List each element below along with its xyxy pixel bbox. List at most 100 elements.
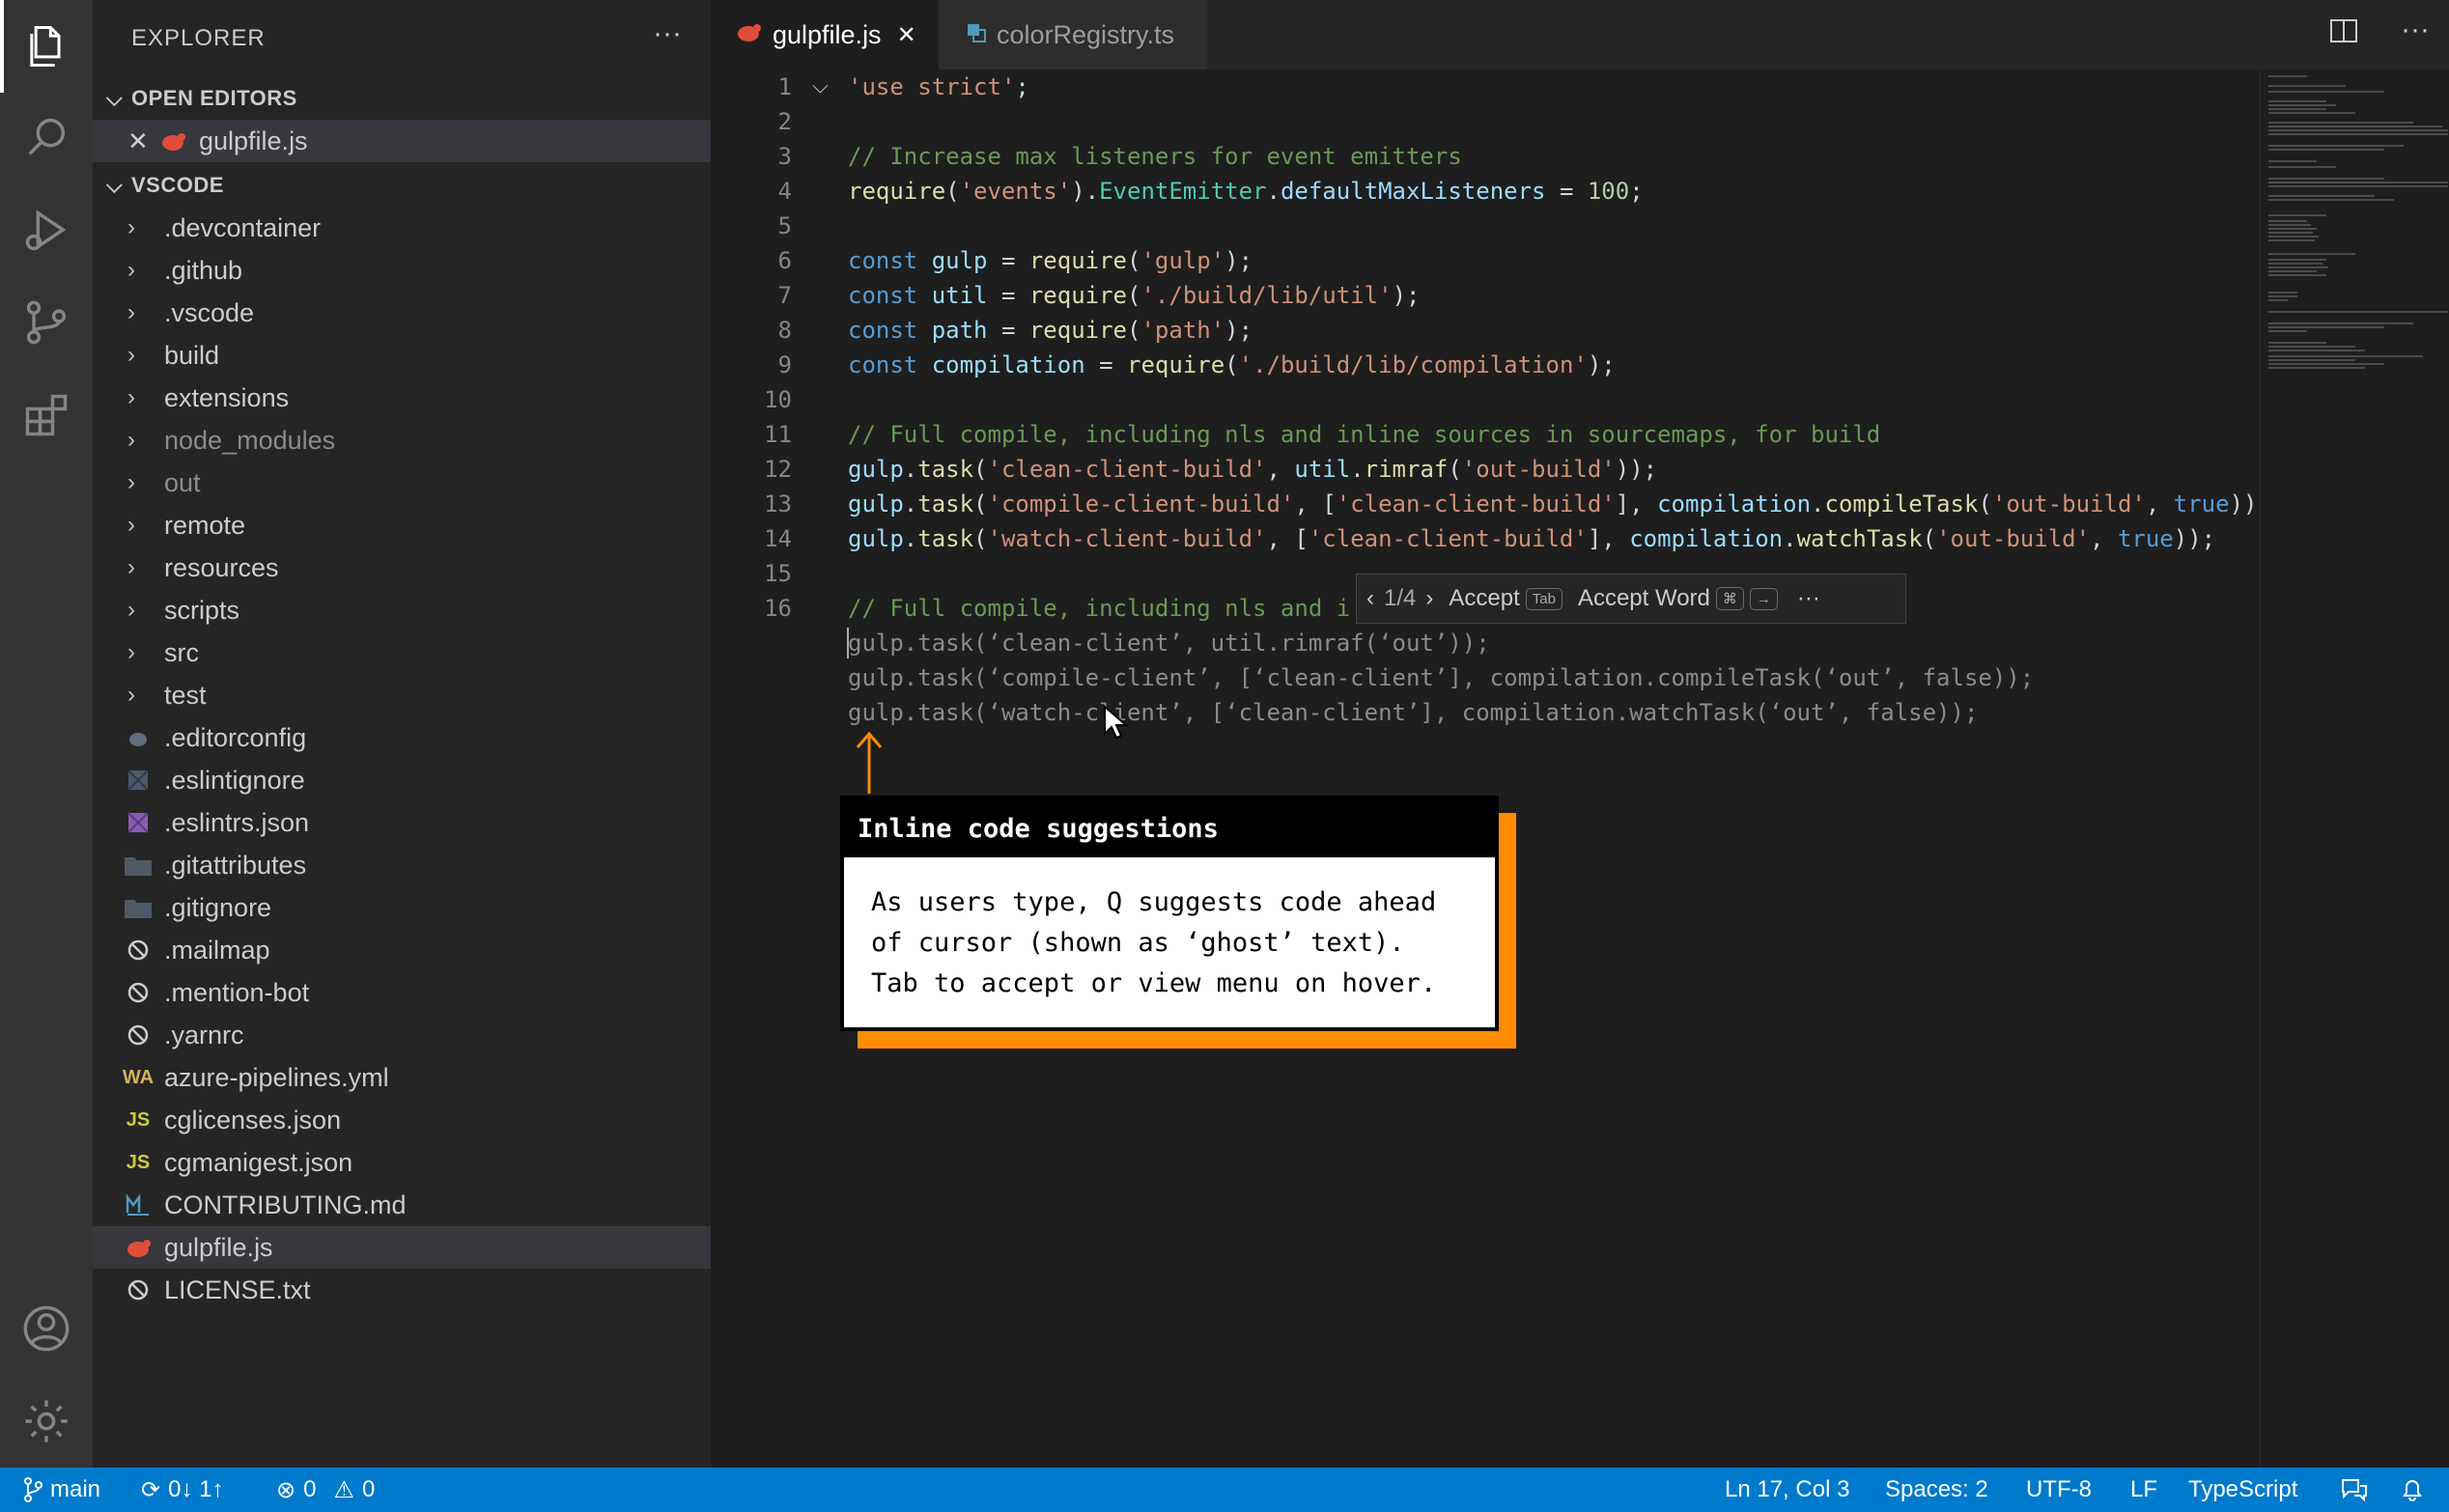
encoding-status[interactable]: UTF-8 (2026, 1468, 2092, 1512)
file-item[interactable]: CONTRIBUTING.md (93, 1184, 711, 1226)
folder-label: scripts (164, 595, 240, 625)
ghost-suggestion-line[interactable]: gulp.task(‘clean-client’, util.rimraf(‘o… (848, 630, 1490, 657)
folder-label: .devcontainer (164, 212, 322, 242)
folder-item[interactable]: › .vscode (93, 292, 711, 334)
folder-item[interactable]: › resources (93, 546, 711, 589)
feedback-icon[interactable] (2341, 1468, 2368, 1512)
next-suggestion-icon[interactable]: › (1425, 585, 1433, 612)
file-item[interactable]: WA azure-pipelines.yml (93, 1056, 711, 1099)
sync-status[interactable]: ⟳ 0↓ 1↑ (141, 1468, 223, 1512)
problems-status[interactable]: ⊗ 0 ⚠ 0 (276, 1468, 375, 1512)
folder-label: remote (164, 510, 246, 540)
typescript-icon (966, 20, 987, 50)
sync-icon: ⟳ (141, 1476, 161, 1503)
previous-suggestion-icon[interactable]: ‹ (1366, 585, 1374, 612)
mouse-pointer-icon (1103, 704, 1130, 744)
chevron-right-icon: › (127, 469, 135, 495)
chevron-right-icon: › (127, 512, 135, 538)
folder-item[interactable]: › extensions (93, 377, 711, 419)
code-line: // Full compile, including nls and inlin… (848, 421, 1881, 448)
file-item[interactable]: .eslintignore (93, 759, 711, 801)
more-actions-icon[interactable]: ··· (2401, 15, 2430, 52)
split-editor-icon[interactable] (2329, 17, 2358, 52)
folder-item[interactable]: › build (93, 334, 711, 377)
code-editor[interactable]: 1 2 3 4 5 6 7 8 9 10 11 12 13 14 15 16 ⌵… (711, 70, 2449, 1468)
file-item[interactable]: .gitignore (93, 886, 711, 929)
folder-item[interactable]: › out (93, 462, 711, 504)
ghost-suggestion-line[interactable]: gulp.task(‘watch-client’, [‘clean-client… (848, 699, 1978, 726)
accept-word-keybinding: → (1749, 587, 1778, 610)
blocked-file-icon (124, 936, 153, 965)
folder-item[interactable]: › src (93, 631, 711, 674)
tab-color-registry[interactable]: colorRegistry.ts (939, 0, 1207, 70)
tab-label: gulpfile.js (773, 19, 882, 49)
file-item[interactable]: .editorconfig (93, 716, 711, 759)
folder-item[interactable]: › .github (93, 249, 711, 292)
tab-gulpfile[interactable]: gulpfile.js ✕ (711, 0, 939, 70)
file-label: CONTRIBUTING.md (164, 1190, 407, 1219)
file-item[interactable]: LICENSE.txt (93, 1269, 711, 1311)
run-debug-icon[interactable] (17, 201, 75, 259)
explorer-icon[interactable] (17, 17, 75, 75)
code-line: require('events').EventEmitter.defaultMa… (848, 178, 1644, 205)
line-number: 5 (777, 212, 792, 239)
folder-item[interactable]: › test (93, 674, 711, 716)
file-item[interactable]: JS cglicenses.json (93, 1099, 711, 1141)
close-icon[interactable]: ✕ (127, 126, 149, 156)
line-number: 11 (764, 421, 792, 448)
folder-item[interactable]: › remote (93, 504, 711, 546)
open-editor-label: gulpfile.js (199, 126, 308, 155)
explorer-more-button[interactable]: ··· (653, 17, 682, 50)
file-item[interactable]: .eslintrs.json (93, 801, 711, 844)
search-icon[interactable] (17, 108, 75, 166)
file-label: .mention-bot (164, 977, 310, 1007)
indentation-status[interactable]: Spaces: 2 (1885, 1468, 1988, 1512)
open-editor-item[interactable]: ✕ gulpfile.js (93, 120, 711, 162)
folder-item[interactable]: › scripts (93, 589, 711, 631)
chevron-right-icon: › (127, 342, 135, 368)
close-icon[interactable]: ✕ (897, 21, 916, 49)
line-number: 6 (777, 247, 792, 274)
markdown-icon (124, 1190, 153, 1219)
fold-chevron-icon[interactable]: ⌵ (812, 73, 829, 98)
eol-status[interactable]: LF (2130, 1468, 2157, 1512)
file-item[interactable]: JS cgmanigest.json (93, 1141, 711, 1184)
blocked-file-icon (124, 1021, 153, 1050)
language-mode[interactable]: TypeScript (2188, 1468, 2297, 1512)
azure-yml-icon: WA (122, 1066, 155, 1088)
file-item[interactable]: .yarnrc (93, 1014, 711, 1056)
accounts-icon[interactable] (17, 1300, 75, 1358)
workspace-header[interactable]: ⌵ VSCODE (93, 164, 711, 207)
code-line: const util = require('./build/lib/util')… (848, 282, 1421, 309)
file-item[interactable]: .mailmap (93, 929, 711, 971)
accept-button[interactable]: Accept (1449, 585, 1519, 612)
extensions-icon[interactable] (17, 386, 75, 444)
file-label: .eslintignore (164, 765, 305, 795)
folder-label: src (164, 637, 199, 667)
folder-item[interactable]: › .devcontainer (93, 207, 711, 249)
minimap[interactable] (2260, 70, 2449, 1468)
code-line: gulp.task('compile-client-build', ['clea… (848, 490, 2258, 518)
more-options-button[interactable]: ··· (1797, 585, 1820, 612)
warning-icon: ⚠ (333, 1476, 354, 1503)
tab-label: colorRegistry.ts (997, 19, 1175, 49)
folder-item[interactable]: › node_modules (93, 419, 711, 462)
file-item[interactable]: .mention-bot (93, 971, 711, 1014)
chevron-right-icon: › (127, 682, 135, 708)
settings-gear-icon[interactable] (17, 1392, 75, 1450)
open-editors-header[interactable]: ⌵ OPEN EDITORS (93, 77, 711, 120)
accept-word-button[interactable]: Accept Word (1578, 585, 1710, 612)
source-control-icon[interactable] (17, 294, 75, 351)
chevron-right-icon: › (127, 427, 135, 453)
file-label: .mailmap (164, 935, 270, 965)
file-item[interactable]: .gitattributes (93, 844, 711, 886)
status-bar: main ⟳ 0↓ 1↑ ⊗ 0 ⚠ 0 Ln 17, Col 3 Spaces… (0, 1468, 2449, 1512)
notifications-bell-icon[interactable] (2401, 1468, 2424, 1512)
ghost-suggestion-line[interactable]: gulp.task(‘compile-client’, [‘clean-clie… (848, 664, 2034, 691)
branch-status[interactable]: main (23, 1468, 100, 1512)
folder-git-icon (124, 893, 153, 922)
callout-title: Inline code suggestions (844, 799, 1495, 857)
chevron-right-icon: › (127, 639, 135, 665)
file-item-selected[interactable]: gulpfile.js (93, 1226, 711, 1269)
cursor-position[interactable]: Ln 17, Col 3 (1725, 1468, 1849, 1512)
